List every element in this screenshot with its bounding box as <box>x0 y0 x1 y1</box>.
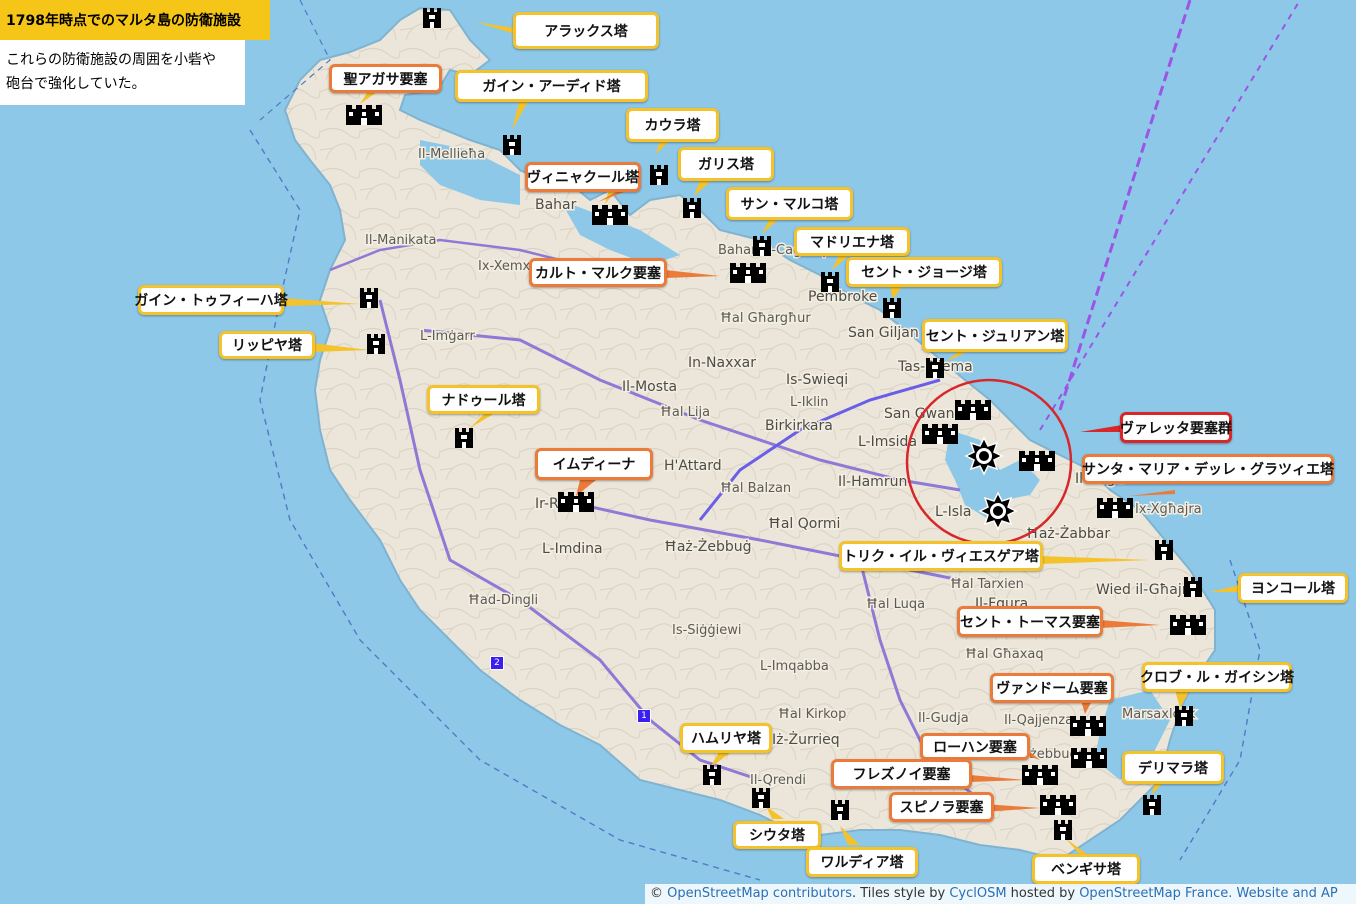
place-imqabba: L-Imqabba <box>760 659 829 674</box>
attribution-hosted-text: hosted by <box>1006 886 1080 901</box>
callout-wardija-tower[interactable]: ワルディア塔 <box>806 847 918 877</box>
place-swieqi: Is-Swieqi <box>786 372 848 388</box>
callout-rohan-fort[interactable]: ローハン要塞 <box>920 733 1030 760</box>
description-line: これらの防衛施設の周囲を小砦や <box>6 52 216 68</box>
place-haz-zebbug: Ħaż-Żebbuġ <box>664 537 752 555</box>
place-bahar: Bahar <box>535 197 577 213</box>
callout-vignacourt-tower[interactable]: ヴィニャクール塔 <box>525 162 641 192</box>
callout-triq-il-wiesgha-tower[interactable]: トリク・イル・ヴィエスゲア塔 <box>839 541 1043 571</box>
callout-qalet-marku-fort[interactable]: カルト・マルク要塞 <box>529 258 667 287</box>
place-tarxien: Ħal Tarxien <box>950 577 1024 592</box>
attribution-tiles-text: . Tiles style by <box>851 886 950 901</box>
callout-vendome-fort[interactable]: ヴァンドーム要塞 <box>990 673 1114 703</box>
place-hattard: H'Attard <box>664 458 722 474</box>
cyclosm-link[interactable]: CyclOSM <box>949 886 1006 901</box>
place-hamrun: Il-Hamrun <box>838 474 907 490</box>
place-isla: L-Isla <box>935 504 972 520</box>
place-qormi: Ħal Qormi <box>768 516 840 532</box>
place-qrendi: Il-Qrendi <box>750 773 806 788</box>
callout-xrobb-tower[interactable]: ヨンコール塔 <box>1238 573 1348 603</box>
callout-san-marku-tower[interactable]: サン・マルコ塔 <box>726 187 853 220</box>
place-mosta: Il-Mosta <box>622 379 677 395</box>
place-mellieha: Il-Mellieħa <box>418 147 485 162</box>
route-badge-2: 2 <box>490 656 504 670</box>
place-luqa: Ħal Luqa <box>866 597 925 612</box>
place-wied-ghajn: Wied il-Għajn <box>1096 582 1191 598</box>
place-naxxar: In-Naxxar <box>688 355 756 371</box>
callout-qawra-tower[interactable]: カウラ塔 <box>626 108 719 142</box>
place-gharghur: Ħal Għargħur <box>720 311 811 326</box>
place-siggiewi: Is-Siġġiewi <box>672 623 742 638</box>
place-manikata: Il-Manikata <box>365 233 437 248</box>
place-tas-sliema: Tas-Sliema <box>897 359 973 375</box>
map-description: これらの防衛施設の周囲を小砦や 砲台で強化していた。 <box>0 40 245 105</box>
place-iklin: L-Iklin <box>790 395 829 410</box>
callout-ghajn-tuffieha-tower[interactable]: ガイン・トゥフィーハ塔 <box>134 285 288 315</box>
callout-st-agatha-fort[interactable]: 聖アガサ要塞 <box>329 64 442 93</box>
callout-ghajn-hadid-tower[interactable]: ガイン・アーディド塔 <box>455 70 648 102</box>
map-title-text: 1798年時点でのマルタ島の防衛施設 <box>6 13 241 29</box>
place-imdina: L-Imdina <box>542 541 603 557</box>
callout-imdina[interactable]: イムディーナ <box>535 448 653 480</box>
place-zurrieq: Iż-Żurrieq <box>772 730 840 748</box>
place-dingli: Ħad-Dingli <box>468 593 538 608</box>
callout-lippija-tower[interactable]: リッピヤ塔 <box>219 331 315 359</box>
callout-delimara-tower[interactable]: デリマラ塔 <box>1122 751 1224 784</box>
place-gudja: Il-Gudja <box>918 711 969 726</box>
map-title: 1798年時点でのマルタ島の防衛施設 <box>0 0 270 40</box>
place-birkirkara: Birkirkara <box>765 418 833 434</box>
callout-st-thomas-fort[interactable]: セント・トーマス要塞 <box>957 606 1103 637</box>
place-marsaxlokk: Marsaxlokk <box>1122 707 1196 722</box>
osm-contributors-link[interactable]: OpenStreetMap contributors <box>667 886 852 901</box>
callout-madliena-tower[interactable]: マドリエナ塔 <box>794 227 910 256</box>
place-pembroke: Pembroke <box>808 289 877 305</box>
place-balzan: Ħal Balzan <box>720 481 791 496</box>
callout-xrobb-l-ghagin-tower[interactable]: クロブ・ル・ガイシン塔 <box>1140 662 1294 692</box>
attribution-prefix: © <box>650 886 668 901</box>
place-qajjenza: Il-Qajjenza <box>1004 713 1073 728</box>
place-lija: Ħal Lija <box>660 405 710 420</box>
map-attribution: © OpenStreetMap contributors. Tiles styl… <box>645 884 1356 904</box>
osm-france-link[interactable]: OpenStreetMap France <box>1079 886 1228 901</box>
callout-ghallis-tower[interactable]: ガリス塔 <box>678 147 774 181</box>
callout-xutu-tower[interactable]: シウタ塔 <box>733 821 821 849</box>
place-limgarr: L-Imġarr <box>420 329 476 344</box>
place-san-giljan: San Giljan <box>848 325 919 341</box>
callout-hamrija-tower[interactable]: ハムリヤ塔 <box>680 723 772 753</box>
callout-valletta-fortifications[interactable]: ヴァレッタ要塞群 <box>1120 412 1232 443</box>
callout-st-george-tower[interactable]: セント・ジョージ塔 <box>846 257 1002 287</box>
description-line: 砲台で強化していた。 <box>6 76 146 92</box>
callout-santa-maria-delle-grazie-tower[interactable]: サンタ・マリア・デッレ・グラツィエ塔 <box>1082 454 1334 484</box>
place-xghajra: Ix-Xgħajra <box>1135 502 1202 517</box>
callout-nadur-tower[interactable]: ナドゥール塔 <box>427 385 540 414</box>
callout-benghisa-tower[interactable]: ベンギサ塔 <box>1032 854 1140 884</box>
place-kirkop: Ħal Kirkop <box>778 707 846 722</box>
callout-spinola-fort[interactable]: スピノラ要塞 <box>889 792 994 822</box>
place-rabat: Ir-Rabat <box>535 496 591 512</box>
place-ghaxaq: Ħal Għaxaq <box>965 647 1044 662</box>
callout-fresnoy-fort[interactable]: フレズノイ要塞 <box>831 759 972 789</box>
callout-st-julian-tower[interactable]: セント・ジュリアン塔 <box>922 319 1068 352</box>
callout-arax-tower[interactable]: アラックス塔 <box>513 12 659 49</box>
website-api-link[interactable]: . Website and AP <box>1228 886 1338 901</box>
route-badge-1: 1 <box>637 709 651 723</box>
